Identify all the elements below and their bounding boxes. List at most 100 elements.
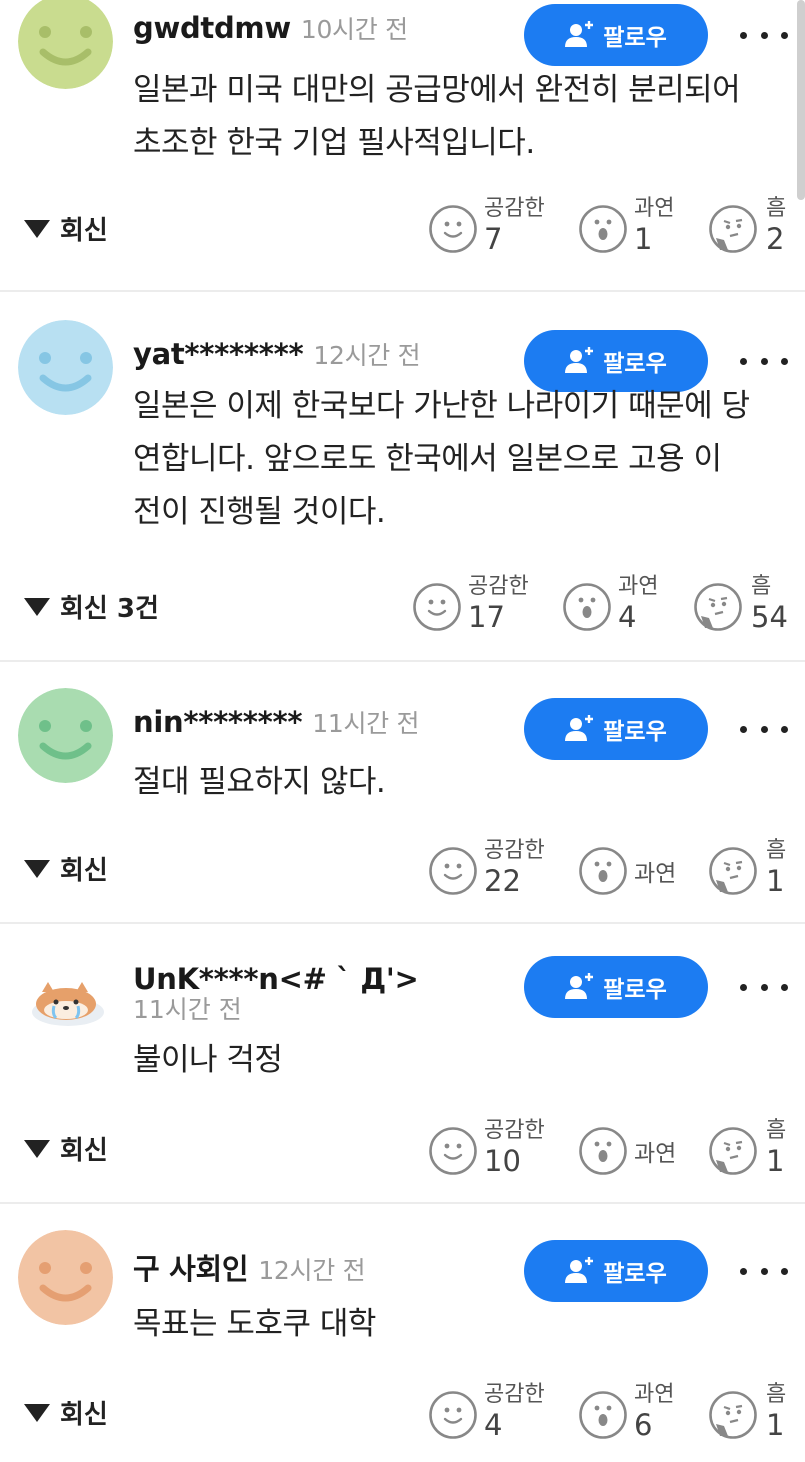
reply-toggle-button[interactable]: 회신 (24, 1394, 108, 1431)
reaction-label: 과연 (634, 1382, 675, 1407)
like-reaction-button[interactable]: 공감한 22 (428, 832, 556, 912)
surprised-face-icon (578, 1126, 628, 1176)
username[interactable]: nin******** 11시간 전 (133, 704, 420, 740)
username-text: gwdtdmw (133, 11, 291, 45)
reaction-count: 1 (766, 1144, 785, 1178)
comment-text-line: 불이나 걱정 (133, 1042, 283, 1078)
comment-text-line: 절대 필요하지 않다. (133, 764, 386, 800)
follow-button[interactable]: 팔로우 (524, 698, 708, 760)
follow-label: 팔로우 (603, 719, 667, 745)
reply-toggle-button[interactable]: 회신 (24, 210, 108, 247)
username-text: yat******** (133, 337, 304, 371)
reaction-count: 1 (766, 1408, 785, 1442)
reaction-count: 1 (766, 864, 785, 898)
reaction-count: 22 (484, 864, 521, 898)
add-user-icon (565, 347, 594, 373)
reply-toggle-button[interactable]: 회신 (24, 1130, 108, 1167)
scrollbar[interactable] (797, 0, 805, 200)
hmm-reaction-button[interactable]: 흠1 (708, 1112, 800, 1192)
comment-text: 목표는 도호쿠 대학 (133, 1298, 793, 1351)
surprised-face-icon (578, 204, 628, 254)
username[interactable]: 구 사회인 12시간 전 (133, 1246, 366, 1288)
add-user-icon (565, 973, 594, 999)
avatar[interactable] (18, 688, 113, 783)
reaction-label: 흠 (766, 838, 787, 863)
reaction-count: 6 (634, 1408, 653, 1442)
more-options-icon[interactable] (740, 1256, 788, 1286)
comment-text: 일본과 미국 대만의 공급망에서 완전히 분리되어초조한 한국 기업 필사적입니… (133, 64, 793, 170)
avatar[interactable] (18, 946, 113, 1041)
like-reaction-button[interactable]: 공감한 17 (412, 568, 540, 648)
comment-text-line: 연합니다. 앞으로도 한국에서 일본으로 고용 이 (133, 441, 722, 477)
follow-button[interactable]: 팔로우 (524, 956, 708, 1018)
like-reaction-button[interactable]: 공감한 4 (428, 1376, 556, 1456)
reaction-count: 4 (618, 600, 637, 634)
follow-label: 팔로우 (603, 977, 667, 1003)
username-text: nin******** (133, 705, 303, 739)
avatar[interactable] (18, 0, 113, 89)
wow-reaction-button[interactable]: 과연 (578, 832, 706, 912)
more-options-icon[interactable] (740, 20, 788, 50)
reaction-label: 과연 (634, 196, 675, 221)
follow-button[interactable]: 팔로우 (524, 1240, 708, 1302)
username[interactable]: gwdtdmw 10시간 전 (133, 10, 408, 46)
reaction-count: 1 (634, 222, 653, 256)
reply-label: 회신 (60, 1136, 108, 1166)
thinking-face-icon (693, 582, 743, 632)
reaction-label: 흠 (766, 1382, 787, 1407)
smiley-face-icon (18, 0, 113, 89)
reaction-count: 2 (766, 222, 785, 256)
caret-down-icon (24, 1139, 50, 1158)
smiley-face-icon (18, 1230, 113, 1325)
smiley-face-icon (18, 320, 113, 415)
more-options-icon[interactable] (740, 346, 788, 376)
reaction-count: 54 (751, 600, 788, 634)
smiley-face-icon (18, 688, 113, 783)
comment-item: 구 사회인 12시간 전 팔로우목표는 도호쿠 대학회신 공감한 4 과연 6 흠1 (0, 1202, 805, 1462)
reaction-count: 10 (484, 1144, 521, 1178)
reply-label: 회신 (60, 856, 108, 886)
timestamp: 11시간 전 (133, 995, 242, 1024)
caret-down-icon (24, 1403, 50, 1422)
hmm-reaction-button[interactable]: 흠1 (708, 832, 800, 912)
follow-label: 팔로우 (603, 25, 667, 51)
hmm-reaction-button[interactable]: 흠2 (708, 190, 800, 270)
more-options-icon[interactable] (740, 714, 788, 744)
wow-reaction-button[interactable]: 과연 4 (562, 568, 690, 648)
more-options-icon[interactable] (740, 972, 788, 1002)
comment-text-line: 일본은 이제 한국보다 가난한 나라이기 때문에 당 (133, 388, 750, 424)
wow-reaction-button[interactable]: 과연 1 (578, 190, 706, 270)
username-text: 구 사회인 (133, 1252, 249, 1286)
follow-button[interactable]: 팔로우 (524, 4, 708, 66)
avatar[interactable] (18, 1230, 113, 1325)
reply-toggle-button[interactable]: 회신 (24, 850, 108, 887)
shiba-dog-icon (32, 982, 104, 1026)
hmm-reaction-button[interactable]: 흠 54 (693, 568, 788, 648)
smile-face-icon (428, 846, 478, 896)
comment-text-line: 초조한 한국 기업 필사적입니다. (133, 125, 535, 161)
comment-text-line: 목표는 도호쿠 대학 (133, 1306, 376, 1342)
comment-text: 불이나 걱정 (133, 1034, 793, 1087)
hmm-reaction-button[interactable]: 흠1 (708, 1376, 800, 1456)
follow-label: 팔로우 (603, 1261, 667, 1287)
surprised-face-icon (578, 1390, 628, 1440)
caret-down-icon (24, 219, 50, 238)
caret-down-icon (24, 597, 50, 616)
timestamp: 12시간 전 (258, 1256, 366, 1285)
reaction-label: 공감한 (484, 196, 545, 221)
thinking-face-icon (708, 1390, 758, 1440)
reaction-label: 과연 (634, 861, 677, 887)
like-reaction-button[interactable]: 공감한 10 (428, 1112, 556, 1192)
reply-toggle-button[interactable]: 회신 3건 (24, 588, 159, 625)
username[interactable]: yat******** 12시간 전 (133, 336, 421, 372)
smile-face-icon (412, 582, 462, 632)
like-reaction-button[interactable]: 공감한 7 (428, 190, 556, 270)
smile-face-icon (428, 204, 478, 254)
wow-reaction-button[interactable]: 과연 (578, 1112, 706, 1192)
avatar[interactable] (18, 320, 113, 415)
wow-reaction-button[interactable]: 과연 6 (578, 1376, 706, 1456)
surprised-face-icon (562, 582, 612, 632)
comment-text-line: 일본과 미국 대만의 공급망에서 완전히 분리되어 (133, 72, 741, 108)
follow-label: 팔로우 (603, 351, 667, 377)
add-user-icon (565, 715, 594, 741)
